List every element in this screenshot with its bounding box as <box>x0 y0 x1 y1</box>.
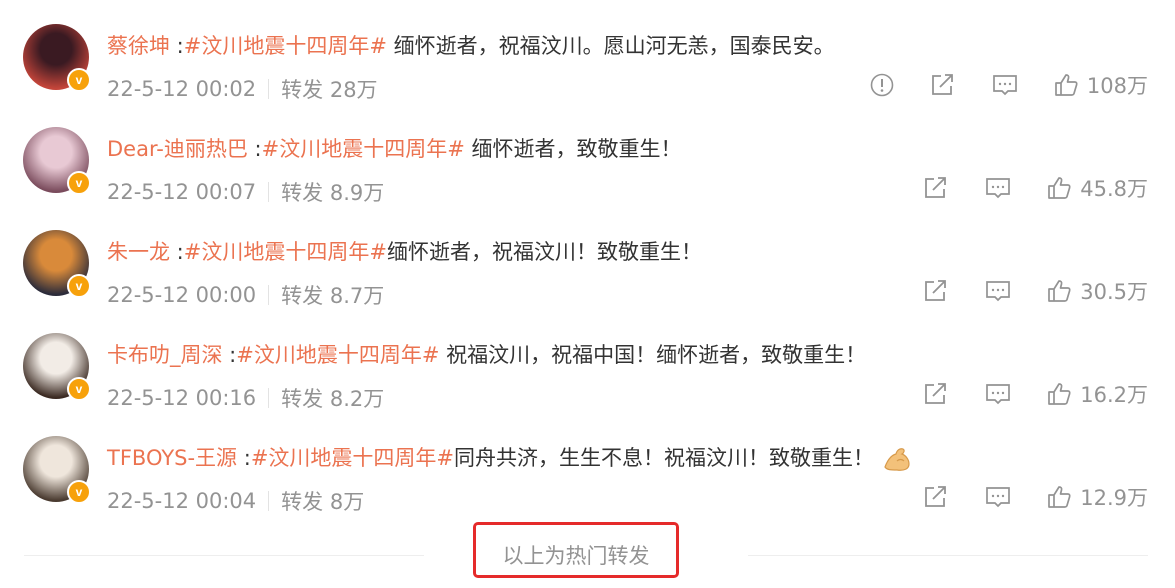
username-link[interactable]: 朱一龙 <box>107 240 170 264</box>
thumbs-up-icon <box>1048 177 1071 199</box>
colon: : <box>247 137 262 161</box>
muscle-emoji <box>884 448 910 471</box>
action-bar: 108万 <box>835 70 1148 100</box>
repost-meta: 22-5-12 00:04 转发 8万 <box>107 486 364 516</box>
repost-content: 朱一龙 :#汶川地震十四周年#缅怀逝者，祝福汶川！致敬重生！ <box>107 236 702 266</box>
avatar[interactable]: v <box>23 127 91 195</box>
comment-icon[interactable] <box>984 484 1012 510</box>
username-link[interactable]: 卡布叻_周深 <box>107 343 223 367</box>
repost-text: 缅怀逝者，致敬重生！ <box>464 137 682 161</box>
comment-icon[interactable] <box>984 175 1012 201</box>
repost-meta: 22-5-12 00:07 转发 8.9万 <box>107 177 384 207</box>
repost-count: 转发 28万 <box>281 78 378 102</box>
comment-icon[interactable] <box>984 278 1012 304</box>
hashtag-link[interactable]: #汶川地震十四周年# <box>184 240 387 264</box>
share-icon[interactable] <box>929 72 957 98</box>
divider-right <box>748 555 1148 556</box>
verified-badge-icon: v <box>67 480 91 504</box>
report-icon[interactable] <box>869 72 895 98</box>
like-count: 16.2万 <box>1080 383 1148 407</box>
share-icon[interactable] <box>922 381 950 407</box>
username-link[interactable]: TFBOYS-王源 <box>107 446 237 470</box>
hashtag-link[interactable]: #汶川地震十四周年# <box>251 446 454 470</box>
like-count: 30.5万 <box>1080 280 1148 304</box>
colon: : <box>237 446 251 470</box>
thumbs-up-icon <box>1048 486 1071 508</box>
like-button[interactable]: 12.9万 <box>1046 482 1148 512</box>
repost-text: 祝福汶川，祝福中国！缅怀逝者，致敬重生！ <box>439 343 867 367</box>
repost-text: 缅怀逝者，祝福汶川。愿山河无恙，国泰民安。 <box>386 34 835 58</box>
thumbs-up-icon <box>1048 280 1071 302</box>
repost-count: 转发 8.9万 <box>281 181 385 205</box>
hashtag-link[interactable]: #汶川地震十四周年# <box>236 343 439 367</box>
repost-content: TFBOYS-王源 :#汶川地震十四周年#同舟共济，生生不息！祝福汶川！致敬重生… <box>107 442 912 473</box>
hashtag-link[interactable]: #汶川地震十四周年# <box>262 137 465 161</box>
colon: : <box>170 34 184 58</box>
repost-item: v 朱一龙 :#汶川地震十四周年#缅怀逝者，祝福汶川！致敬重生！ 22-5-12… <box>0 230 1175 333</box>
share-icon[interactable] <box>922 278 950 304</box>
meta-separator <box>268 388 270 408</box>
thumbs-up-icon <box>1048 383 1071 405</box>
repost-meta: 22-5-12 00:16 转发 8.2万 <box>107 383 384 413</box>
repost-count: 转发 8万 <box>281 490 365 514</box>
comment-icon[interactable] <box>984 381 1012 407</box>
meta-separator <box>268 182 270 202</box>
username-link[interactable]: 蔡徐坤 <box>107 34 170 58</box>
meta-separator <box>268 79 270 99</box>
verified-badge-icon: v <box>67 68 91 92</box>
action-bar: 12.9万 <box>888 482 1148 512</box>
verified-badge-icon: v <box>67 171 91 195</box>
repost-meta: 22-5-12 00:02 转发 28万 <box>107 74 378 104</box>
verified-badge-icon: v <box>67 274 91 298</box>
username-link[interactable]: Dear-迪丽热巴 <box>107 137 248 161</box>
repost-item: v Dear-迪丽热巴 :#汶川地震十四周年# 缅怀逝者，致敬重生！ 22-5-… <box>0 127 1175 230</box>
repost-item: v 卡布叻_周深 :#汶川地震十四周年# 祝福汶川，祝福中国！缅怀逝者，致敬重生… <box>0 333 1175 436</box>
verified-badge-icon: v <box>67 377 91 401</box>
like-button[interactable]: 108万 <box>1053 70 1148 100</box>
like-count: 108万 <box>1086 74 1148 98</box>
meta-separator <box>268 285 270 305</box>
share-icon[interactable] <box>922 175 950 201</box>
like-count: 12.9万 <box>1080 486 1148 510</box>
repost-content: 卡布叻_周深 :#汶川地震十四周年# 祝福汶川，祝福中国！缅怀逝者，致敬重生！ <box>107 339 866 369</box>
repost-count: 转发 8.7万 <box>281 284 385 308</box>
like-button[interactable]: 30.5万 <box>1046 276 1148 306</box>
avatar[interactable]: v <box>23 230 91 298</box>
share-icon[interactable] <box>922 484 950 510</box>
colon: : <box>222 343 237 367</box>
timestamp[interactable]: 22-5-12 00:16 <box>107 386 256 410</box>
avatar[interactable]: v <box>23 24 91 92</box>
timestamp[interactable]: 22-5-12 00:07 <box>107 180 256 204</box>
avatar[interactable]: v <box>23 333 91 401</box>
hot-reposts-label[interactable]: 以上为热门转发 <box>473 540 679 570</box>
action-bar: 45.8万 <box>888 173 1148 203</box>
timestamp[interactable]: 22-5-12 00:04 <box>107 489 256 513</box>
repost-meta: 22-5-12 00:00 转发 8.7万 <box>107 280 384 310</box>
action-bar: 30.5万 <box>888 276 1148 306</box>
comment-icon[interactable] <box>991 72 1019 98</box>
repost-text: 缅怀逝者，祝福汶川！致敬重生！ <box>386 240 702 264</box>
divider-left <box>24 555 424 556</box>
repost-count: 转发 8.2万 <box>281 387 385 411</box>
action-bar: 16.2万 <box>888 379 1148 409</box>
meta-separator <box>268 491 270 511</box>
like-count: 45.8万 <box>1080 177 1148 201</box>
like-button[interactable]: 16.2万 <box>1046 379 1148 409</box>
repost-content: 蔡徐坤 :#汶川地震十四周年# 缅怀逝者，祝福汶川。愿山河无恙，国泰民安。 <box>107 30 835 60</box>
repost-item: v 蔡徐坤 :#汶川地震十四周年# 缅怀逝者，祝福汶川。愿山河无恙，国泰民安。 … <box>0 24 1175 127</box>
thumbs-up-icon <box>1055 74 1078 96</box>
repost-content: Dear-迪丽热巴 :#汶川地震十四周年# 缅怀逝者，致敬重生！ <box>107 133 681 163</box>
hashtag-link[interactable]: #汶川地震十四周年# <box>184 34 387 58</box>
timestamp[interactable]: 22-5-12 00:02 <box>107 77 256 101</box>
repost-text: 同舟共济，生生不息！祝福汶川！致敬重生！ <box>454 446 875 470</box>
timestamp[interactable]: 22-5-12 00:00 <box>107 283 256 307</box>
colon: : <box>170 240 184 264</box>
like-button[interactable]: 45.8万 <box>1046 173 1148 203</box>
avatar[interactable]: v <box>23 436 91 504</box>
